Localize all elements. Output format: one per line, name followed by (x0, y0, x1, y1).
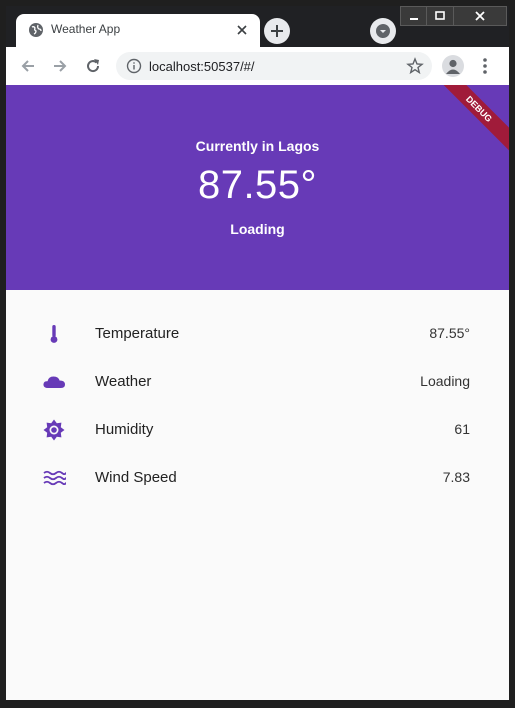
tab-strip: Weather App (6, 6, 509, 47)
person-icon (446, 59, 460, 74)
list-item-label: Weather (95, 373, 152, 390)
more-vert-icon[interactable] (476, 56, 494, 76)
profile-avatar[interactable] (442, 55, 464, 77)
list-item-label: Wind Speed (95, 469, 177, 486)
list-item-value: Loading (420, 373, 470, 389)
cloud-icon (43, 376, 65, 388)
reload-icon[interactable] (83, 56, 103, 76)
list-item-temperature: Temperature 87.55° (6, 310, 509, 358)
back-arrow-icon[interactable] (18, 56, 38, 76)
url-text: localhost:50537/#/ (149, 59, 255, 74)
sun-icon (43, 419, 65, 441)
new-tab-button[interactable] (264, 18, 290, 44)
window-bottom-edge (6, 700, 509, 708)
address-bar[interactable]: localhost:50537/#/ (116, 52, 432, 80)
list-item-value: 87.55° (429, 325, 470, 341)
weather-details-list: Temperature 87.55° Weather Loading Humid… (6, 310, 509, 502)
maximize-button[interactable] (426, 6, 454, 26)
star-icon[interactable] (406, 57, 424, 75)
plus-icon (271, 25, 283, 37)
browser-tab[interactable]: Weather App (16, 14, 260, 47)
weather-status: Loading (230, 221, 285, 237)
current-temperature: 87.55° (197, 163, 318, 207)
minimize-icon (409, 18, 418, 20)
list-item-humidity: Humidity 61 (6, 406, 509, 454)
forward-arrow-icon[interactable] (50, 56, 70, 76)
list-item-label: Humidity (95, 421, 154, 438)
list-item-value: 61 (454, 421, 470, 437)
close-icon (475, 11, 485, 21)
window-controls (400, 6, 507, 26)
browser-toolbar: localhost:50537/#/ (6, 47, 509, 86)
minimize-button[interactable] (400, 6, 428, 26)
tab-title: Weather App (51, 22, 121, 36)
list-item-wind-speed: Wind Speed 7.83 (6, 454, 509, 502)
maximize-icon (435, 11, 445, 20)
app-viewport: Currently in Lagos 87.55° Loading DEBUG … (6, 85, 509, 700)
list-item-value: 7.83 (442, 469, 470, 485)
info-icon[interactable] (126, 58, 142, 74)
thermometer-icon (50, 325, 58, 343)
browser-window: Weather App localhost:50537/#/ Currently… (0, 0, 515, 708)
chevron-down-icon (376, 24, 390, 38)
weather-header: Currently in Lagos 87.55° Loading DEBUG (6, 85, 509, 290)
location-subtitle: Currently in Lagos (195, 138, 320, 154)
window-close-button[interactable] (452, 6, 507, 26)
globe-icon (29, 23, 43, 37)
wind-icon (43, 470, 66, 486)
list-item-label: Temperature (95, 325, 180, 342)
tab-search-button[interactable] (370, 18, 396, 44)
list-item-weather: Weather Loading (6, 358, 509, 406)
close-icon[interactable] (234, 22, 250, 38)
